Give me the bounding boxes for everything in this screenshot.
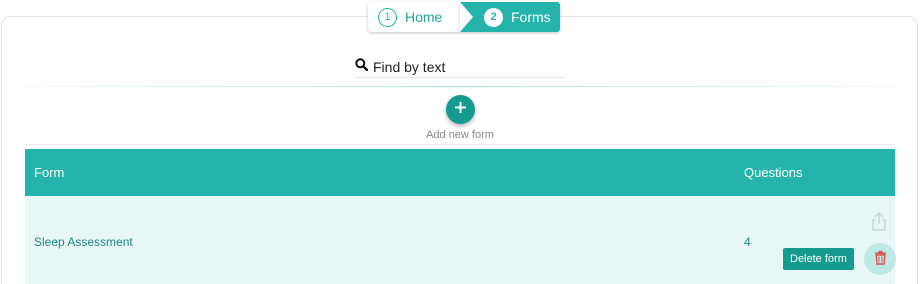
add-form-button[interactable]	[446, 95, 475, 124]
form-name[interactable]: Sleep Assessment	[34, 235, 133, 249]
share-icon[interactable]	[870, 212, 888, 232]
search-bar	[355, 56, 565, 78]
search-icon	[355, 57, 369, 76]
column-header-form[interactable]: Form	[34, 165, 64, 180]
add-form-label: Add new form	[426, 129, 494, 141]
breadcrumb: 1 Home 2 Forms	[368, 2, 560, 32]
column-header-questions[interactable]: Questions	[744, 165, 803, 180]
breadcrumb-forms-label: Forms	[511, 9, 551, 25]
question-count: 4	[744, 235, 751, 249]
delete-form-button[interactable]: Delete form	[783, 248, 854, 270]
plus-icon	[454, 101, 467, 119]
search-input[interactable]	[373, 58, 553, 75]
breadcrumb-forms[interactable]: 2 Forms	[460, 2, 560, 32]
trash-icon	[874, 250, 887, 268]
divider	[26, 86, 894, 87]
step-number-home: 1	[378, 7, 397, 27]
table-row[interactable]: Sleep Assessment 4 Delete form	[25, 196, 896, 284]
breadcrumb-home-label: Home	[405, 9, 443, 25]
divider	[26, 144, 894, 145]
table-header: Form Questions	[25, 149, 895, 196]
trash-button[interactable]	[864, 243, 896, 275]
step-number-forms: 2	[484, 7, 503, 27]
breadcrumb-home[interactable]: 1 Home	[368, 2, 460, 32]
